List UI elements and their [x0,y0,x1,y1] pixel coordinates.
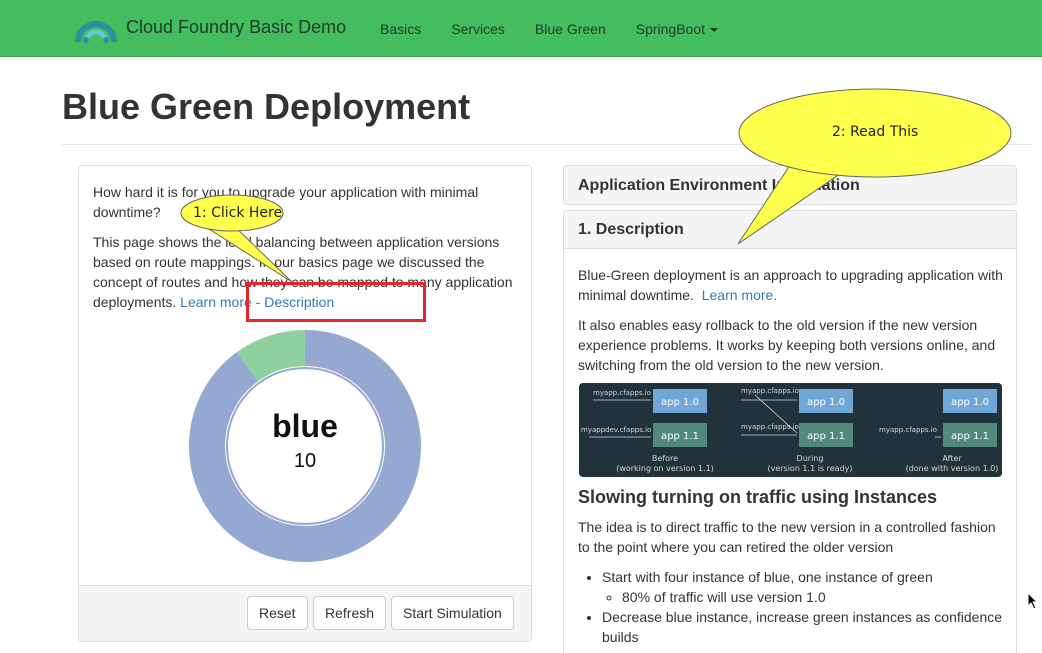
click-here-callout-text: 1: Click Here [193,205,283,221]
brand-title: Cloud Foundry Basic Demo [126,16,347,37]
springboot-label: SpringBoot [635,20,706,37]
navbar: Cloud Foundry Basic Demo Basics Services… [0,0,1042,57]
list-item: Start with four instance of blue, one in… [602,567,1008,607]
before-route-1: myapp.cfapps.io [593,389,651,397]
list-item: Decrease blue instance, increase green i… [602,607,1008,647]
after-route: myapp.cfapps.io [879,426,937,434]
during-route-1: myapp.cfapps.io [741,387,799,395]
environment-info-heading: Application Environment Information [578,177,860,194]
during-app-2: app 1.1 [807,431,845,442]
mouse-cursor-icon [1027,592,1039,610]
description-body: Blue-Green deployment is an approach to … [578,265,1004,385]
instances-bullets: Start with four instance of blue, one in… [602,567,1008,647]
nav-link-basics[interactable]: Basics [380,21,421,37]
during-app-1: app 1.0 [807,397,845,408]
before-subcaption: (working on version 1.1) [616,464,714,473]
blue-green-diagram: myapp.cfapps.io app 1.0 myappdev.cfapps.… [579,383,1002,477]
bullet-1-text: Start with four instance of blue, one in… [602,569,933,585]
during-caption: During [797,454,824,463]
nav-link-springboot[interactable]: SpringBoot [635,20,719,37]
brand[interactable]: Cloud Foundry Basic Demo [74,10,346,44]
simulation-panel: How hard it is for you to upgrade your a… [78,165,532,642]
description-panel-heading[interactable]: 1. Description [564,211,1016,249]
after-subcaption: (done with version 1.0) [906,464,999,473]
description-para-1: Blue-Green deployment is an approach to … [578,265,1004,305]
instances-body: The idea is to direct traffic to the new… [578,517,1008,647]
sub-bullets: 80% of traffic will use version 1.0 [622,587,1008,607]
after-app-1: app 1.0 [951,397,989,408]
description-para-1-text: Blue-Green deployment is an approach to … [578,267,1003,303]
reset-button[interactable]: Reset [247,596,308,630]
read-this-callout-text: 2: Read This [832,124,919,140]
donut-center-label: blue [272,408,338,444]
after-app-2: app 1.1 [951,431,989,442]
link-highlight-box [246,282,426,322]
description-heading: 1. Description [578,221,684,238]
before-app-2: app 1.1 [661,431,699,442]
caret-down-icon [710,27,719,32]
donut-center-value: 10 [293,450,317,472]
instances-para: The idea is to direct traffic to the new… [578,519,996,555]
start-simulation-button[interactable]: Start Simulation [391,596,514,630]
intro-question: How hard it is for you to upgrade your a… [93,184,479,220]
before-route-2: myappdev.cfapps.io [581,426,651,434]
list-item: 80% of traffic will use version 1.0 [622,587,1008,607]
nav-link-services[interactable]: Services [451,21,505,37]
donut-segment-green [236,330,306,382]
cloud-foundry-logo-icon [75,21,117,43]
panel-footer: Reset Refresh Start Simulation [79,585,531,641]
instances-subheading: Slowing turning on traffic using Instanc… [578,487,938,507]
nav-links: Basics Services Blue Green SpringBoot [380,0,748,57]
before-caption: Before [652,454,678,463]
description-para-2: It also enables easy rollback to the old… [578,317,996,373]
after-caption: After [942,454,962,463]
nav-link-blue-green[interactable]: Blue Green [535,21,606,37]
during-subcaption: (version 1.1 is ready) [767,464,852,473]
title-divider [62,144,1032,145]
environment-info-panel[interactable]: Application Environment Information [563,165,1017,205]
learn-more-link[interactable]: Learn more. [702,287,777,303]
refresh-button[interactable]: Refresh [313,596,387,630]
description-panel: 1. Description Blue-Green deployment is … [563,210,1017,653]
page-title: Blue Green Deployment [62,86,471,127]
traffic-donut-chart [189,330,421,562]
before-app-1: app 1.0 [661,397,699,408]
